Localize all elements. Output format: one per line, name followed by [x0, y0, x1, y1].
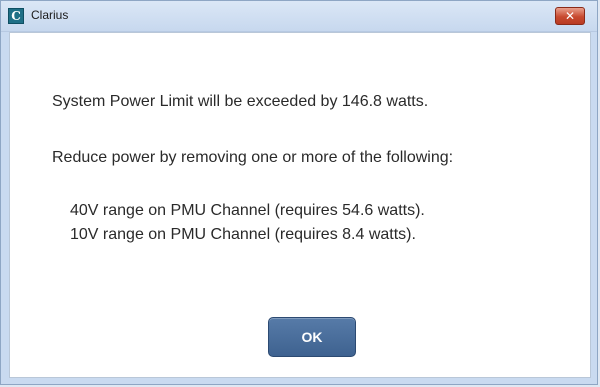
dialog-body: System Power Limit will be exceeded by 1…: [9, 32, 591, 378]
dialog-window: C Clarius ✕ System Power Limit will be e…: [0, 0, 598, 385]
close-button[interactable]: ✕: [555, 7, 585, 25]
list-item: 10V range on PMU Channel (requires 8.4 w…: [70, 226, 416, 243]
power-limit-message: System Power Limit will be exceeded by 1…: [52, 93, 429, 110]
ok-button-label: OK: [301, 329, 323, 345]
title-bar[interactable]: C Clarius ✕: [1, 1, 597, 32]
clarius-app-icon: C: [8, 8, 24, 24]
app-icon-glyph: C: [11, 9, 21, 23]
ok-button[interactable]: OK: [268, 317, 356, 357]
close-icon: ✕: [564, 9, 576, 23]
instruction-text: Reduce power by removing one or more of …: [52, 149, 454, 166]
list-item: 40V range on PMU Channel (requires 54.6 …: [70, 202, 425, 219]
window-title: Clarius: [31, 8, 69, 22]
